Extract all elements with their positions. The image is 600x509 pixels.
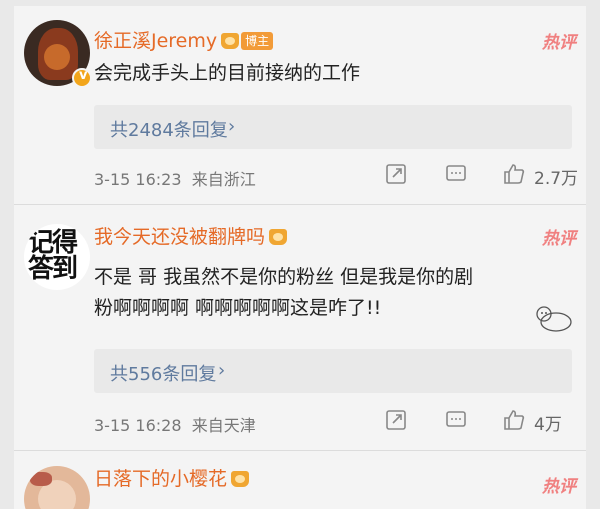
comment-location: 来自浙江 (191, 170, 256, 189)
comment-username[interactable]: 日落下的小樱花 (94, 464, 250, 491)
comment-item: 日落下的小樱花 热评 (14, 452, 586, 509)
hot-comment-label: 热评 (542, 33, 576, 53)
hot-comment-label: 热评 (542, 477, 576, 497)
replies-button[interactable]: 共2484条回复 › (94, 105, 572, 149)
comment-text: 会完成手头上的目前接纳的工作 (94, 62, 361, 84)
replies-label: 共2484条回复 (110, 120, 228, 141)
comment-item: 记得 答到 我今天还没被翻牌吗 热评 不是 哥 我虽然不是你的粉丝 但是我是你的… (14, 206, 586, 448)
replies-button[interactable]: 共556条回复 › (94, 349, 572, 393)
comment-username[interactable]: 徐正溪Jeremy 博主 (94, 26, 274, 53)
comment-list: 徐正溪Jeremy博主 热评 会完成手头上的目前接纳的工作 共2484条回复 ›… (14, 6, 586, 509)
comment-text-line: 粉啊啊啊啊 啊啊啊啊啊这是咋了!! (94, 297, 382, 319)
comment-icon[interactable] (444, 162, 468, 186)
author-tag: 博主 (241, 32, 274, 50)
avatar[interactable]: 记得 答到 (24, 224, 90, 290)
avatar[interactable] (24, 466, 90, 509)
comment-date: 3-15 16:23 (94, 170, 182, 189)
like-icon[interactable] (502, 162, 526, 186)
divider (14, 204, 586, 205)
comment-text: 不是 哥 我虽然不是你的粉丝 但是我是你的剧 粉啊啊啊啊 啊啊啊啊啊这是咋了!! (94, 262, 554, 324)
divider (14, 450, 586, 451)
verified-badge-icon (72, 68, 92, 88)
avatar-calligraphy: 记得 答到 (28, 228, 78, 284)
comment-item: 徐正溪Jeremy博主 热评 会完成手头上的目前接纳的工作 共2484条回复 ›… (14, 6, 586, 202)
comment-meta: 3-15 16:28 来自天津 (94, 412, 256, 436)
hot-comment-label: 热评 (542, 229, 576, 249)
like-count: 4万 (534, 415, 562, 435)
share-icon[interactable] (384, 408, 408, 432)
comment-location: 来自天津 (191, 416, 256, 435)
comment-actions: 2.7万 (376, 162, 586, 194)
comment-meta: 3-15 16:23 来自浙江 (94, 166, 256, 190)
comment-text-line: 不是 哥 我虽然不是你的粉丝 但是我是你的剧 (94, 266, 474, 288)
comment-actions: 4万 (376, 408, 586, 440)
like-icon[interactable] (502, 408, 526, 432)
comment-date: 3-15 16:28 (94, 416, 182, 435)
dog-doodle-icon (536, 306, 572, 332)
comment-icon[interactable] (444, 408, 468, 432)
crown-icon (269, 229, 288, 245)
like-count: 2.7万 (534, 169, 579, 189)
chevron-right-icon: › (228, 116, 236, 137)
crown-icon (221, 33, 240, 49)
share-icon[interactable] (384, 162, 408, 186)
replies-label: 共556条回复 (110, 364, 217, 385)
chevron-right-icon: › (218, 360, 226, 381)
comment-username[interactable]: 我今天还没被翻牌吗 (94, 222, 288, 249)
crown-icon (231, 471, 250, 487)
